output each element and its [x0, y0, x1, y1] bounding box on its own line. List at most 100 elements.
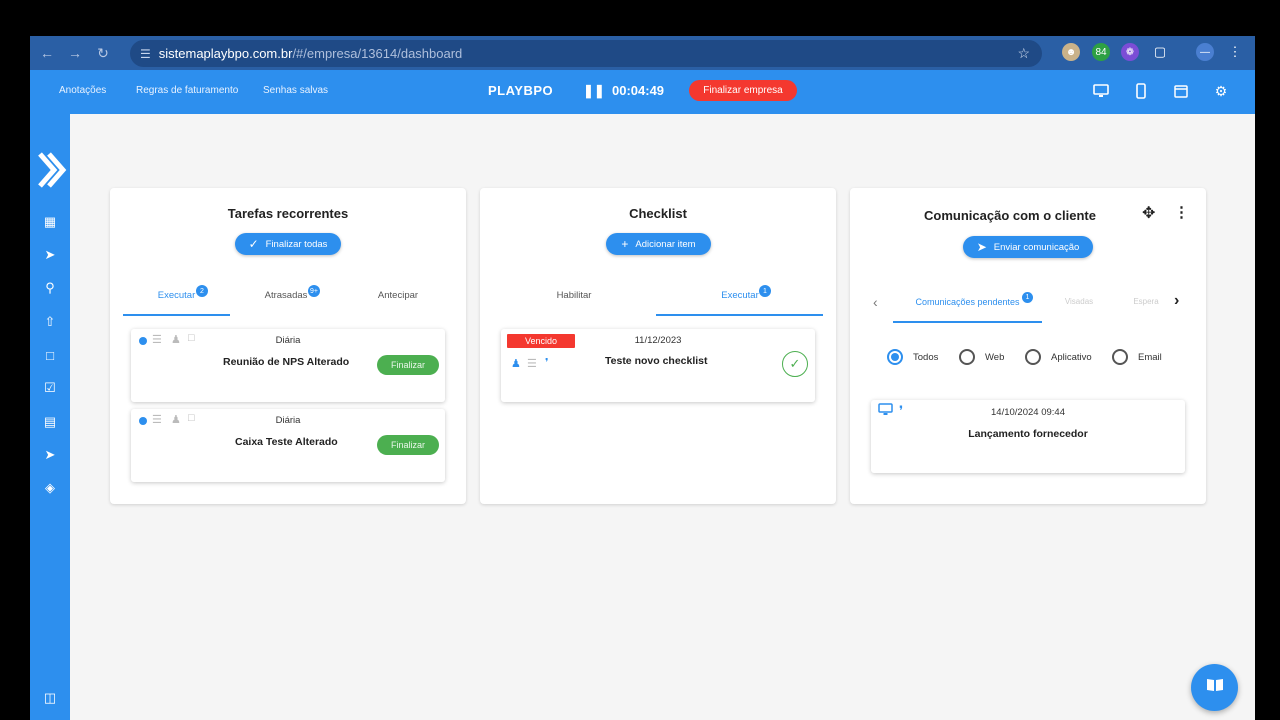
list-item[interactable]: ❜ 14/10/2024 09:44 Lançamento fornecedor [871, 400, 1185, 473]
tab-executar[interactable]: Executar [123, 290, 230, 301]
bookmark-star-icon[interactable]: ☆ [1017, 45, 1030, 62]
task-name: Reunião de NPS Alterado [223, 356, 350, 368]
list-item[interactable]: Vencido 11/12/2023 ♟ ☰ ❜ Teste novo chec… [501, 329, 815, 402]
sidebar-dashboard-icon[interactable]: ▦ [40, 212, 60, 232]
tab-executar[interactable]: Executar [656, 290, 824, 301]
filter-aplicativo[interactable]: Aplicativo [1025, 349, 1092, 365]
app-header: Anotações Regras de faturamento Senhas s… [30, 70, 1255, 114]
communication-name: Lançamento fornecedor [968, 428, 1088, 440]
tab-label: Executar [157, 290, 196, 301]
chevron-left-icon[interactable]: ‹ [873, 294, 878, 310]
calendar-icon[interactable] [1172, 82, 1190, 100]
radio-icon [959, 349, 975, 365]
link-regras-faturamento[interactable]: Regras de faturamento [136, 85, 238, 96]
send-communication-button[interactable]: ➤ Enviar comunicação [963, 236, 1093, 258]
list-item[interactable]: ☰ ♟ □ Diária Reunião de NPS Alterado Fin… [131, 329, 445, 402]
plus-icon: + [621, 237, 629, 251]
reload-icon[interactable]: ↻ [92, 45, 114, 62]
user-icon: ♟ [511, 358, 521, 370]
task-frequency: Diária [275, 415, 301, 426]
radio-icon [1112, 349, 1128, 365]
filter-web[interactable]: Web [959, 349, 1004, 365]
check-icon: ✓ [248, 237, 259, 251]
sidebar-folder-icon[interactable]: □ [40, 345, 60, 365]
tab-antecipar[interactable]: Antecipar [342, 290, 454, 301]
tab-visadas[interactable]: Visadas [1042, 297, 1116, 306]
sidebar-key-icon[interactable]: ⚲ [40, 278, 60, 298]
sidebar-upload-icon[interactable]: ⇧ [40, 312, 60, 332]
tab-indicator [123, 314, 230, 316]
mobile-icon[interactable] [1132, 82, 1150, 100]
tab-atrasadas[interactable]: Atrasadas [230, 290, 342, 301]
screen: ← → ↻ ☰ sistemaplaybpo.com.br/#/empresa/… [30, 36, 1255, 720]
tab-label: Antecipar [377, 290, 419, 301]
sidebar-trash-icon[interactable]: ◫ [40, 688, 60, 708]
more-vert-icon[interactable]: ⋮ [1174, 203, 1189, 221]
tab-indicator [656, 314, 823, 316]
link-senhas-salvas[interactable]: Senhas salvas [263, 85, 328, 96]
brand-title: PLAYBPO [488, 83, 554, 98]
check-complete-icon[interactable]: ✓ [782, 351, 808, 377]
tab-badge: 1 [1022, 292, 1033, 303]
session-timer: 00:04:49 [612, 83, 665, 98]
tab-comunicacoes-pendentes[interactable]: Comunicações pendentes [893, 297, 1042, 307]
tab-indicator [893, 321, 1042, 323]
chevron-right-icon[interactable]: › [1174, 292, 1179, 310]
finalize-all-label: Finalizar todas [265, 238, 328, 250]
sidebar-list-icon[interactable]: ▤ [40, 412, 60, 432]
card-comunicacao-cliente: Comunicação com o cliente ✥ ⋮ ➤ Enviar c… [850, 188, 1206, 504]
finalize-task-button[interactable]: Finalizar [377, 355, 439, 375]
tab-label: Executar [721, 290, 759, 301]
extension-profile-icon[interactable]: ☻ [1062, 43, 1080, 61]
link-anotacoes[interactable]: Anotações [59, 85, 106, 96]
send-communication-label: Enviar comunicação [993, 241, 1080, 253]
tab-habilitar[interactable]: Habilitar [490, 290, 658, 301]
sidebar-checklist-icon[interactable]: ☑ [40, 378, 60, 398]
finalize-all-button[interactable]: ✓ Finalizar todas [235, 233, 341, 255]
extension-gear-icon[interactable]: ❁ [1121, 43, 1139, 61]
task-frequency: Diária [275, 335, 301, 346]
tab-espera[interactable]: Espera [1116, 297, 1176, 306]
move-icon[interactable]: ✥ [1142, 203, 1155, 223]
checklist-date: 11/12/2023 [634, 335, 682, 346]
address-bar[interactable]: ☰ sistemaplaybpo.com.br/#/empresa/13614/… [130, 40, 1042, 67]
forward-icon[interactable]: → [64, 45, 86, 61]
url-host: sistemaplaybpo.com.br [158, 46, 293, 61]
tab-badge: 1 [759, 285, 771, 297]
pause-icon[interactable]: ❚❚ [583, 83, 605, 99]
tab-badge: 2 [196, 285, 208, 297]
filter-todos[interactable]: Todos [887, 349, 938, 365]
back-icon[interactable]: ← [36, 45, 58, 61]
sidebar-tag-icon[interactable]: ◈ [40, 478, 60, 498]
add-item-button[interactable]: + Adicionar item [606, 233, 711, 255]
list-item[interactable]: ☰ ♟ □ Diária Caixa Teste Alterado Finali… [131, 409, 445, 482]
extensions-puzzle-icon[interactable]: ▢ [1151, 43, 1169, 61]
sidebar-rocket-icon[interactable]: ➤ [40, 245, 60, 265]
filter-label: Aplicativo [1051, 351, 1092, 363]
finalize-task-button[interactable]: Finalizar [377, 435, 439, 455]
site-info-icon[interactable]: ☰ [140, 47, 151, 61]
url-path: /#/empresa/13614/dashboard [292, 46, 463, 61]
finalize-company-button[interactable]: Finalizar empresa [689, 80, 797, 101]
card-title: Checklist [629, 206, 687, 221]
book-icon [1205, 677, 1225, 698]
filter-label: Web [985, 351, 1005, 363]
tab-label: Visadas [1064, 297, 1094, 306]
task-name: Caixa Teste Alterado [235, 436, 338, 448]
browser-menu-icon[interactable]: ⋮ [1226, 43, 1244, 61]
attachment-icon: ❜ [545, 357, 549, 369]
settings-gear-icon[interactable]: ⚙ [1212, 82, 1230, 100]
desktop-icon[interactable] [1092, 82, 1110, 100]
sidebar: ▦ ➤ ⚲ ⇧ □ ☑ ▤ ➤ ◈ ◫ [30, 114, 70, 720]
profile-avatar-icon[interactable]: — [1196, 43, 1214, 61]
description-icon: ☰ [527, 358, 537, 370]
extension-badge-icon[interactable]: 84 [1092, 43, 1110, 61]
sidebar-send-icon[interactable]: ➤ [40, 445, 60, 465]
tab-label: Comunicações pendentes [915, 297, 1020, 307]
tab-label: Atrasadas [264, 290, 308, 301]
filter-email[interactable]: Email [1112, 349, 1162, 365]
filter-label: Todos [913, 351, 939, 363]
help-book-button[interactable] [1191, 664, 1238, 711]
radio-icon [1025, 349, 1041, 365]
tab-label: Habilitar [556, 290, 592, 301]
